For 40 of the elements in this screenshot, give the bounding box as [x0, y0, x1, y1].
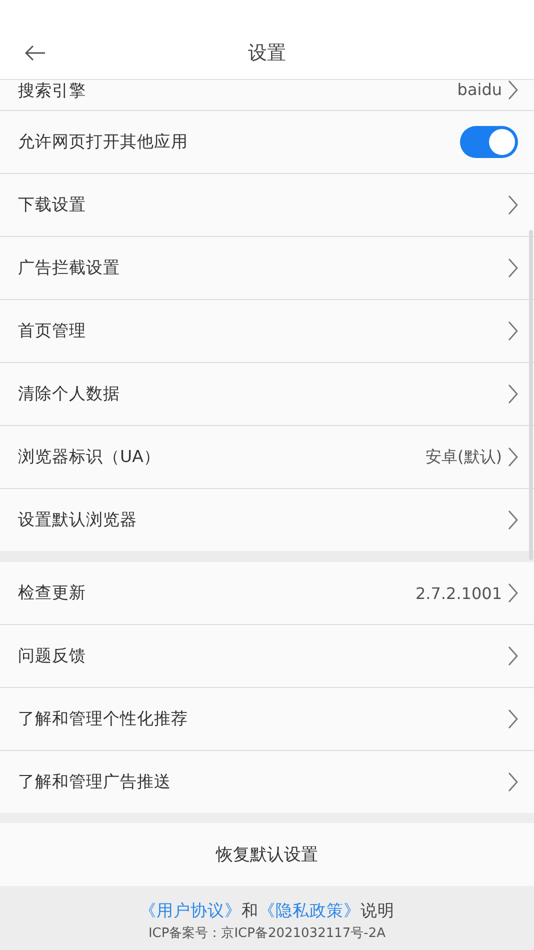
setting-label: 首页管理 — [18, 320, 87, 342]
setting-label: 广告拦截设置 — [18, 257, 121, 279]
settings-row[interactable]: 问题反馈 — [0, 625, 534, 688]
setting-label: 浏览器标识（UA） — [18, 446, 162, 468]
setting-label: 设置默认浏览器 — [18, 509, 138, 531]
chevron-icon — [508, 321, 518, 341]
chevron-icon — [508, 646, 518, 666]
setting-label: 了解和管理个性化推荐 — [18, 708, 189, 730]
settings-row[interactable]: 下载设置 — [0, 174, 534, 237]
setting-value: baidu — [457, 80, 502, 99]
chevron-icon — [508, 384, 518, 404]
setting-label: 问题反馈 — [18, 645, 87, 667]
setting-label: 检查更新 — [18, 582, 87, 604]
setting-label: 允许网页打开其他应用 — [18, 131, 189, 153]
chevron-icon — [508, 772, 518, 792]
setting-value: 2.7.2.1001 — [415, 584, 502, 602]
settings-row[interactable]: 允许网页打开其他应用 — [0, 111, 534, 174]
settings-row[interactable]: 了解和管理广告推送 — [0, 751, 534, 813]
setting-label: 搜索引擎 — [18, 80, 87, 102]
chevron-icon — [508, 80, 518, 100]
chevron-icon — [508, 709, 518, 729]
chevron-icon — [508, 258, 518, 278]
setting-label: 下载设置 — [18, 194, 87, 216]
toggle-switch[interactable] — [460, 126, 518, 158]
back-arrow-icon — [24, 45, 46, 61]
restore-defaults-button[interactable]: 恢复默认设置 — [0, 823, 534, 886]
settings-row[interactable]: 检查更新 2.7.2.1001 — [0, 562, 534, 625]
icp-number: ICP备案号：京ICP备2021032117号-2A — [148, 925, 386, 942]
setting-label: 清除个人数据 — [18, 383, 121, 405]
chevron-icon — [508, 510, 518, 530]
settings-row[interactable]: 设置默认浏览器 — [0, 489, 534, 551]
settings-row[interactable]: 了解和管理个性化推荐 — [0, 688, 534, 751]
setting-label: 了解和管理广告推送 — [18, 771, 172, 793]
settings-row[interactable]: 搜索引擎 baidu — [0, 80, 534, 110]
chevron-icon — [508, 583, 518, 603]
chevron-icon — [508, 447, 518, 467]
setting-value: 安卓(默认) — [426, 446, 502, 468]
agreement-note: 《用户协议》和《隐私政策》说明 — [140, 900, 394, 922]
chevron-icon — [508, 195, 518, 215]
page-title: 设置 — [248, 41, 286, 66]
